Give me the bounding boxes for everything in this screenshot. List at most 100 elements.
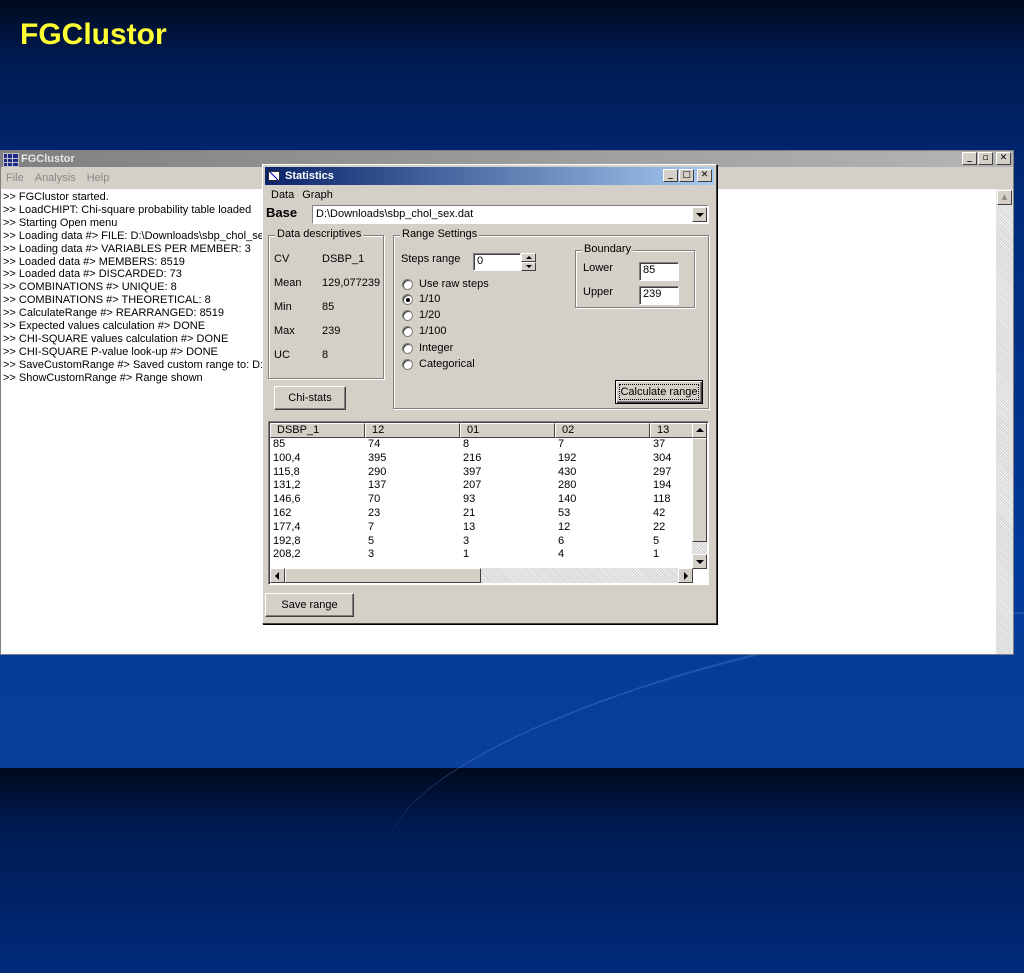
menu-data[interactable]: Data [271, 189, 294, 201]
table-row[interactable]: 85 74 8 7 37 [270, 438, 695, 452]
radio-1-100[interactable]: 1/100 [402, 325, 447, 337]
descriptive-value: 8 [322, 349, 329, 361]
scroll-down-icon[interactable] [692, 554, 707, 569]
table-row[interactable]: 192,8 5 3 6 5 [270, 535, 695, 549]
radio-circle-icon [402, 358, 413, 370]
menu-help[interactable]: Help [87, 172, 110, 184]
table-row[interactable]: 100,4 395 216 192 304 [270, 452, 695, 466]
grid-cell: 397 [463, 465, 482, 478]
menu-file[interactable]: File [6, 172, 24, 184]
radio-use-raw-steps[interactable]: Use raw steps [402, 278, 489, 290]
base-file-select[interactable]: D:\Downloads\sbp_chol_sex.dat [312, 205, 709, 224]
radio-label: 1/10 [419, 293, 441, 305]
minimize-icon[interactable]: _ [663, 169, 678, 182]
steps-range-stepper[interactable] [521, 253, 536, 271]
grid-header: DSBP_1 12 01 02 13 [270, 423, 695, 438]
scroll-up-icon[interactable] [692, 423, 707, 438]
grid-cell: 146,6 [273, 493, 301, 506]
grid-cell: 5 [368, 534, 375, 547]
grid-cell: 304 [653, 451, 672, 464]
chart-icon [268, 171, 280, 181]
main-window-title: FGClustor [21, 153, 75, 165]
close-icon[interactable]: ✕ [697, 169, 712, 182]
grid-cell: 22 [653, 520, 666, 533]
close-icon[interactable]: ✕ [996, 152, 1011, 165]
steps-range-input[interactable]: 0 [473, 253, 521, 271]
grid-horizontal-scrollbar[interactable] [270, 568, 693, 583]
descriptive-label: Max [274, 325, 295, 337]
boundary-legend: Boundary [582, 243, 634, 255]
table-row[interactable]: 131,2 137 207 280 194 [270, 479, 695, 493]
lower-bound-input[interactable]: 85 [639, 262, 679, 281]
grid-cell: 85 [273, 438, 286, 450]
chi-stats-button[interactable]: Chi-stats [274, 386, 346, 410]
table-row[interactable]: 208,2 3 1 4 1 [270, 548, 695, 562]
radio-label: Use raw steps [419, 278, 489, 290]
grid-cell: 53 [558, 506, 571, 519]
grid-cell: 207 [463, 479, 482, 492]
main-vertical-scrollbar[interactable]: ▲ [996, 189, 1013, 654]
radio-categorical[interactable]: Categorical [402, 358, 475, 370]
radio-circle-icon [402, 325, 413, 337]
radio-1-10[interactable]: 1/10 [402, 293, 440, 305]
scroll-up-icon[interactable]: ▲ [997, 190, 1012, 205]
main-window-controls: _ ▫ ✕ [961, 152, 1011, 165]
menu-analysis[interactable]: Analysis [35, 172, 76, 184]
grid-cell: 280 [558, 479, 577, 492]
grid-cell: 13 [463, 520, 476, 533]
spin-down-icon[interactable] [521, 262, 536, 271]
grid-cell: 194 [653, 479, 672, 492]
descriptive-value: DSBP_1 [322, 253, 365, 265]
statistics-titlebar[interactable]: Statistics _ □ ✕ [265, 167, 714, 185]
descriptive-value: 129,077239 [322, 277, 381, 289]
menu-graph[interactable]: Graph [302, 189, 333, 201]
dropdown-button[interactable] [692, 207, 707, 222]
descriptive-value: 85 [322, 301, 335, 313]
grid-cell: 21 [463, 506, 476, 519]
table-row[interactable]: 115,8 290 397 430 297 [270, 466, 695, 480]
radio-label: Categorical [419, 358, 475, 370]
statistics-window-controls: _ □ ✕ [662, 169, 712, 182]
grid-column-header[interactable]: DSBP_1 [270, 423, 365, 438]
grid-cell: 74 [368, 438, 381, 450]
table-row[interactable]: 162 23 21 53 42 [270, 507, 695, 521]
radio-circle-icon [402, 309, 413, 321]
grid-column-header[interactable]: 02 [555, 423, 650, 438]
radio-label: Integer [419, 342, 454, 354]
grid-cell: 208,2 [273, 548, 301, 561]
restore-icon[interactable]: ▫ [978, 152, 993, 165]
arrow-right-icon [684, 572, 688, 580]
results-grid[interactable]: DSBP_1 12 01 02 13 85 74 8 7 37 100,4 395 216 192 304… [268, 421, 709, 585]
scroll-left-icon[interactable] [270, 568, 285, 583]
table-row[interactable]: 177,4 7 13 12 22 [270, 521, 695, 535]
grid-horizontal-thumb[interactable] [285, 568, 481, 583]
grid-cell: 297 [653, 465, 672, 478]
spin-up-icon[interactable] [521, 253, 536, 262]
grid-cell: 216 [463, 451, 482, 464]
maximize-icon[interactable]: □ [679, 169, 694, 182]
grid-vertical-thumb[interactable] [692, 438, 707, 542]
minimize-icon[interactable]: _ [962, 152, 977, 165]
radio-1-20[interactable]: 1/20 [402, 309, 440, 321]
chevron-down-icon [696, 213, 704, 217]
grid-column-header[interactable]: 01 [460, 423, 555, 438]
grid-column-header[interactable]: 13 [650, 423, 695, 438]
range-settings-legend: Range Settings [400, 228, 480, 240]
calculate-range-button[interactable]: Calculate range [615, 380, 703, 404]
radio-integer[interactable]: Integer [402, 342, 453, 354]
grid-cell: 395 [368, 451, 387, 464]
statistics-dialog: Statistics _ □ ✕ Data Graph Base D:\Downl… [262, 164, 717, 624]
grid-vertical-scrollbar[interactable] [692, 423, 707, 569]
grid-cell: 100,4 [273, 451, 301, 464]
save-range-button[interactable]: Save range [265, 593, 354, 617]
table-row[interactable]: 146,6 70 93 140 118 [270, 493, 695, 507]
grid-column-header[interactable]: 12 [365, 423, 460, 438]
upper-bound-input[interactable]: 239 [639, 286, 679, 305]
grid-cell: 5 [653, 534, 660, 547]
grid-cell: 23 [368, 506, 381, 519]
grid-cell: 37 [653, 438, 666, 450]
grid-cell: 8 [463, 438, 470, 450]
arrow-down-icon [696, 560, 704, 564]
scroll-right-icon[interactable] [678, 568, 693, 583]
grid-cell: 1 [463, 548, 470, 561]
